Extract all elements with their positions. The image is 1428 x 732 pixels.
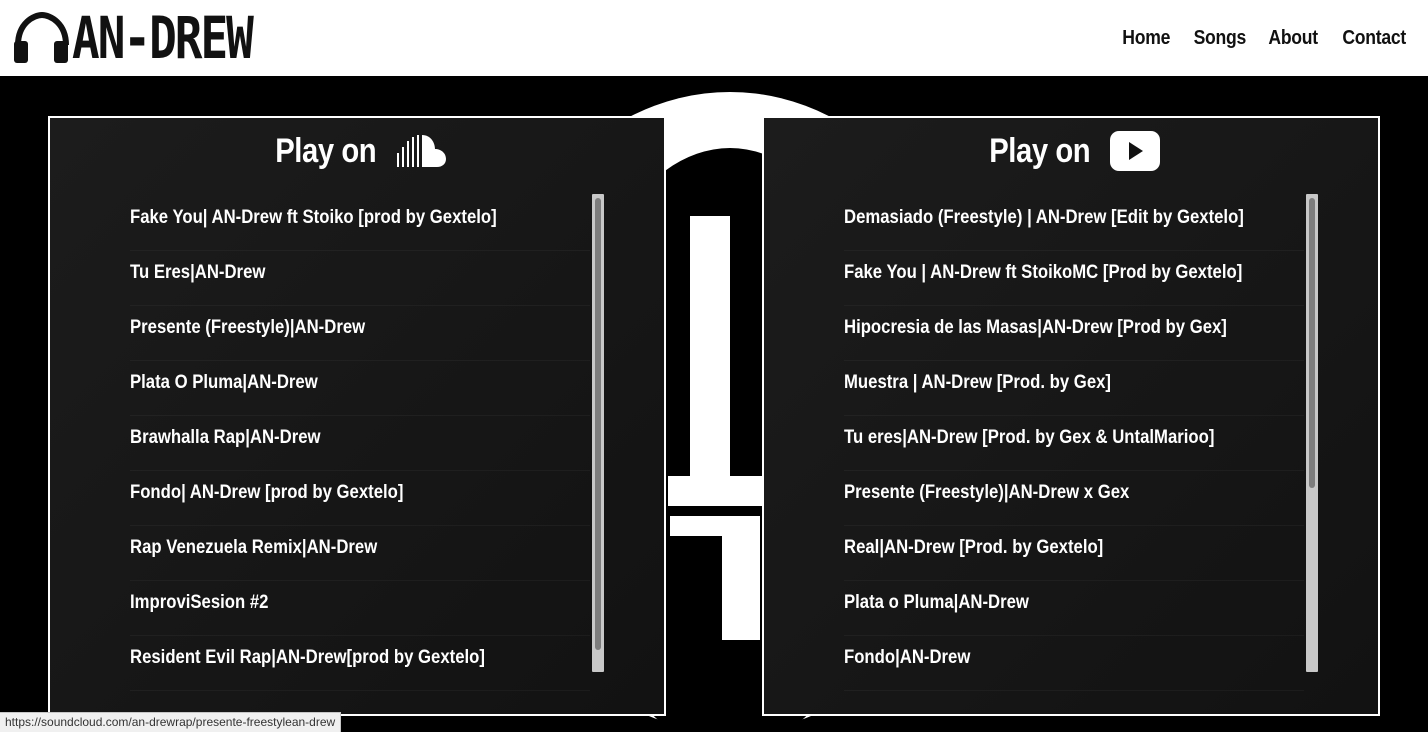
youtube-panel: Play on Demasiado (Freestyle) | AN-Drew … xyxy=(762,116,1380,716)
background-emblem-bar xyxy=(668,476,764,506)
youtube-track-list: Demasiado (Freestyle) | AN-Drew [Edit by… xyxy=(844,196,1304,691)
brand-logo[interactable]: AN-DREW xyxy=(12,0,254,76)
video-item[interactable]: Presente (Freestyle)|AN-Drew x Gex xyxy=(844,471,1304,526)
logo-text: AN-DREW xyxy=(72,4,254,72)
track-item[interactable]: ImproviSesion #2 xyxy=(130,581,590,636)
scrollbar-thumb[interactable] xyxy=(595,198,601,650)
site-header: AN-DREW Home Songs About Contact xyxy=(0,0,1428,76)
headphones-icon xyxy=(14,11,69,63)
youtube-scrollbar[interactable] xyxy=(1306,194,1318,672)
track-item[interactable]: Brawhalla Rap|AN-Drew xyxy=(130,416,590,471)
soundcloud-heading: Play on xyxy=(50,128,664,174)
youtube-icon[interactable] xyxy=(1109,130,1161,172)
track-item[interactable]: Rap Venezuela Remix|AN-Drew xyxy=(130,526,590,581)
youtube-heading: Play on xyxy=(764,128,1378,174)
main-nav: Home Songs About Contact xyxy=(1119,27,1410,50)
background-emblem-letters xyxy=(670,516,760,640)
soundcloud-scrollbar[interactable] xyxy=(592,194,604,672)
background-emblem-bar xyxy=(690,216,730,496)
link-status-bar: https://soundcloud.com/an-drewrap/presen… xyxy=(0,712,342,732)
video-item[interactable]: Fondo|AN-Drew xyxy=(844,636,1304,691)
track-item[interactable]: Fake You| AN-Drew ft Stoiko [prod by Gex… xyxy=(130,196,590,251)
songs-section: Play on Fake You| AN-Drew ft Stoiko [pro… xyxy=(0,76,1428,732)
video-item[interactable]: Tu eres|AN-Drew [Prod. by Gex & UntalMar… xyxy=(844,416,1304,471)
nav-home[interactable]: Home xyxy=(1123,27,1171,50)
track-item[interactable]: Fondo| AN-Drew [prod by Gextelo] xyxy=(130,471,590,526)
youtube-heading-text: Play on xyxy=(989,131,1091,170)
video-item[interactable]: Plata o Pluma|AN-Drew xyxy=(844,581,1304,636)
scrollbar-thumb[interactable] xyxy=(1309,198,1315,488)
nav-songs[interactable]: Songs xyxy=(1193,27,1246,50)
video-item[interactable]: Fake You | AN-Drew ft StoikoMC [Prod by … xyxy=(844,251,1304,306)
soundcloud-icon[interactable] xyxy=(395,131,447,171)
nav-contact[interactable]: Contact xyxy=(1342,27,1406,50)
video-item[interactable]: Real|AN-Drew [Prod. by Gextelo] xyxy=(844,526,1304,581)
track-item[interactable]: Resident Evil Rap|AN-Drew[prod by Gextel… xyxy=(130,636,590,691)
soundcloud-track-list: Fake You| AN-Drew ft Stoiko [prod by Gex… xyxy=(130,196,590,691)
soundcloud-panel: Play on Fake You| AN-Drew ft Stoiko [pro… xyxy=(48,116,666,716)
track-item[interactable]: Presente (Freestyle)|AN-Drew xyxy=(130,306,590,361)
video-item[interactable]: Demasiado (Freestyle) | AN-Drew [Edit by… xyxy=(844,196,1304,251)
track-item[interactable]: Tu Eres|AN-Drew xyxy=(130,251,590,306)
nav-about[interactable]: About xyxy=(1269,27,1319,50)
video-item[interactable]: Muestra | AN-Drew [Prod. by Gex] xyxy=(844,361,1304,416)
track-item[interactable]: Plata O Pluma|AN-Drew xyxy=(130,361,590,416)
soundcloud-heading-text: Play on xyxy=(275,131,377,170)
video-item[interactable]: Hipocresia de las Masas|AN-Drew [Prod by… xyxy=(844,306,1304,361)
